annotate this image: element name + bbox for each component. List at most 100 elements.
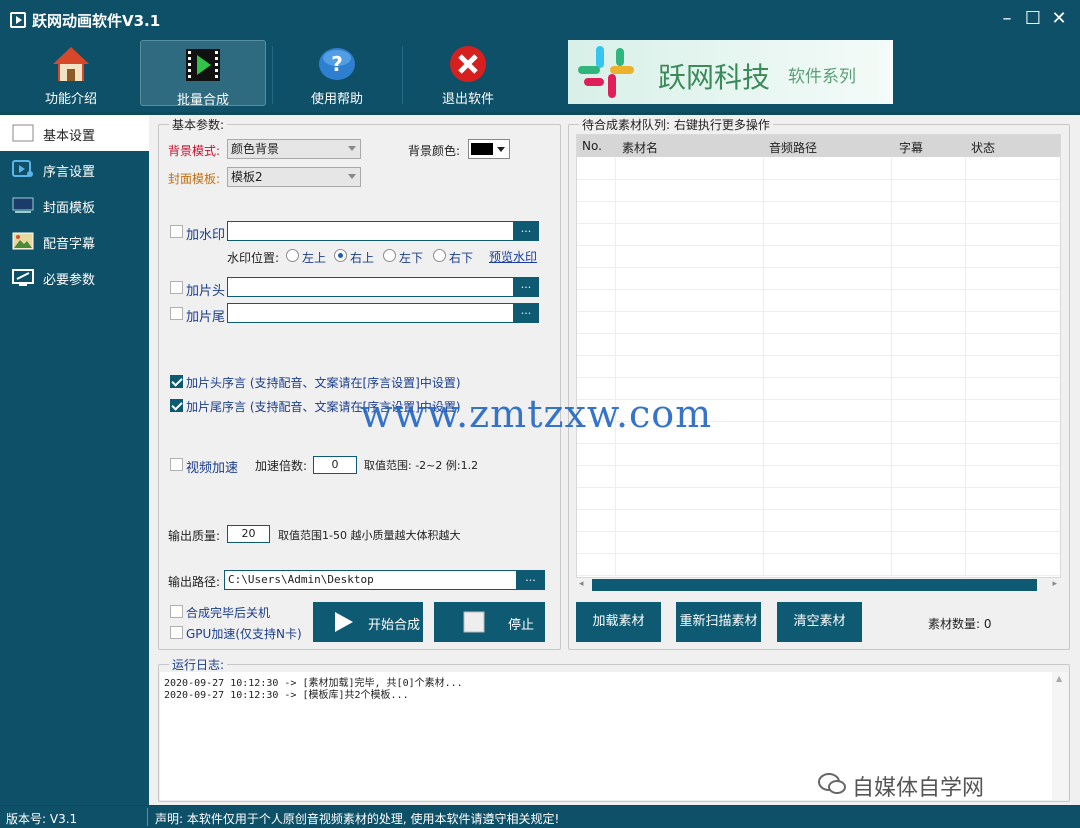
- quality-label: 输出质量:: [168, 529, 221, 543]
- grid-line: [615, 157, 616, 579]
- table-row: [577, 575, 1060, 576]
- sidebar: 基本设置 序言设置 封面模板 配音字幕 必要参数: [0, 115, 149, 805]
- output-browse-button[interactable]: ...: [516, 570, 545, 590]
- watermark-label: 加水印: [186, 228, 226, 243]
- sidebar-item-subtitle[interactable]: 配音字幕: [0, 223, 149, 259]
- head-browse-button[interactable]: ...: [513, 277, 539, 297]
- position-top-right-radio[interactable]: [334, 249, 347, 262]
- tail-checkbox[interactable]: [170, 307, 183, 320]
- load-material-button[interactable]: 加载素材: [576, 602, 661, 642]
- toolbar-batch-button[interactable]: 批量合成: [140, 40, 266, 108]
- maximize-icon[interactable]: ☐: [1022, 8, 1044, 30]
- stop-button[interactable]: 停止: [434, 602, 545, 642]
- tail-browse-button[interactable]: ...: [513, 303, 539, 323]
- preview-watermark-link[interactable]: 预览水印: [489, 248, 537, 265]
- toolbar-exit-button[interactable]: 退出软件: [405, 40, 531, 107]
- scroll-left-icon[interactable]: ◂: [579, 579, 584, 589]
- position-bottom-left-radio[interactable]: [383, 249, 396, 262]
- column-subtitle[interactable]: 字幕: [899, 139, 923, 156]
- watermark-browse-button[interactable]: ...: [513, 221, 539, 241]
- table-row: [577, 553, 1060, 554]
- settings-panel-icon: [12, 124, 34, 142]
- help-icon: ?: [317, 44, 357, 84]
- table-header: No. 素材名 音频路径 字幕 状态: [577, 135, 1060, 157]
- column-name[interactable]: 素材名: [622, 139, 658, 156]
- table-row: [577, 487, 1060, 488]
- scrollbar-thumb[interactable]: [592, 579, 1037, 591]
- color-swatch: [471, 143, 493, 155]
- bg-mode-label: 背景模式:: [168, 144, 221, 158]
- tail-preface-checkbox[interactable]: [170, 399, 183, 412]
- title-bar: 跃网动画软件V3.1 – ☐ ✕: [0, 0, 1080, 40]
- start-compose-button[interactable]: 开始合成: [313, 602, 423, 642]
- sidebar-item-cover[interactable]: 封面模板: [0, 187, 149, 223]
- quality-input[interactable]: 20: [227, 525, 270, 543]
- head-label: 加片头: [186, 284, 226, 299]
- cover-icon: [12, 197, 34, 213]
- toolbar-intro-button[interactable]: 功能介绍: [8, 40, 134, 107]
- shutdown-checkbox[interactable]: [170, 605, 183, 618]
- scroll-right-icon[interactable]: ▸: [1052, 579, 1057, 589]
- chevron-down-icon: [497, 147, 505, 152]
- head-preface-checkbox[interactable]: [170, 375, 183, 388]
- close-icon[interactable]: ✕: [1048, 8, 1070, 30]
- log-line: 2020-09-27 10:12:30 -> [模板库]共2个模板...: [164, 690, 409, 701]
- grid-line: [763, 157, 764, 579]
- minimize-icon[interactable]: –: [996, 8, 1018, 30]
- table-row: [577, 179, 1060, 180]
- toolbar-intro-label: 功能介绍: [44, 92, 97, 107]
- preface-icon: [12, 160, 33, 177]
- sidebar-item-basic[interactable]: 基本设置: [0, 115, 149, 151]
- home-icon: [51, 44, 91, 84]
- basic-params-legend: 基本参数:: [172, 118, 225, 132]
- head-checkbox[interactable]: [170, 281, 183, 294]
- banner-sub-text: 软件系列: [788, 67, 856, 87]
- film-play-icon: [183, 45, 223, 85]
- table-row: [577, 267, 1060, 268]
- bg-color-label: 背景颜色:: [408, 144, 461, 158]
- speed-label: 视频加速: [186, 461, 239, 476]
- cover-template-select[interactable]: 模板2: [227, 167, 361, 187]
- column-status[interactable]: 状态: [971, 139, 995, 156]
- toolbar-help-button[interactable]: ? 使用帮助: [274, 40, 400, 107]
- quality-range-hint: 取值范围1-50 越小质量越大体积越大: [278, 529, 461, 542]
- table-row: [577, 509, 1060, 510]
- table-horizontal-scrollbar[interactable]: ◂ ▸: [576, 578, 1061, 592]
- position-top-left-radio[interactable]: [286, 249, 299, 262]
- sidebar-item-preface[interactable]: 序言设置: [0, 151, 149, 187]
- queue-table[interactable]: No. 素材名 音频路径 字幕 状态: [576, 134, 1061, 579]
- watermark-path-input[interactable]: [227, 221, 514, 241]
- column-no[interactable]: No.: [582, 139, 602, 153]
- table-row: [577, 443, 1060, 444]
- log-vertical-scrollbar[interactable]: ▲: [1052, 672, 1068, 800]
- bg-mode-select[interactable]: 颜色背景: [227, 139, 361, 159]
- sidebar-item-params[interactable]: 必要参数: [0, 259, 149, 295]
- head-path-input[interactable]: [227, 277, 514, 297]
- table-row: [577, 333, 1060, 334]
- bg-color-picker[interactable]: [468, 139, 510, 159]
- toolbar-divider: [402, 46, 403, 104]
- speed-checkbox[interactable]: [170, 458, 183, 471]
- table-row: [577, 289, 1060, 290]
- clear-material-button[interactable]: 清空素材: [777, 602, 862, 642]
- tail-path-input[interactable]: [227, 303, 514, 323]
- banner-brand-text: 跃网科技: [658, 61, 771, 94]
- version-text: 版本号: V3.1: [6, 812, 78, 826]
- wechat-watermark: 自媒体自学网: [818, 770, 984, 802]
- scroll-up-icon[interactable]: ▲: [1056, 674, 1062, 683]
- watermark-checkbox[interactable]: [170, 225, 183, 238]
- gpu-checkbox[interactable]: [170, 626, 183, 639]
- material-count: 素材数量: 0: [928, 617, 992, 631]
- output-path-input[interactable]: C:\Users\Admin\Desktop: [224, 570, 517, 590]
- rescan-material-button[interactable]: 重新扫描素材: [676, 602, 761, 642]
- toolbar-batch-label: 批量合成: [176, 93, 229, 108]
- log-legend: 运行日志:: [172, 658, 225, 672]
- column-audio[interactable]: 音频路径: [769, 139, 817, 156]
- status-divider: [147, 808, 148, 826]
- position-bottom-right-radio[interactable]: [433, 249, 446, 262]
- speed-factor-input[interactable]: 0: [313, 456, 357, 474]
- gpu-label: GPU加速(仅支持N卡): [186, 627, 302, 641]
- params-icon: [12, 269, 34, 286]
- app-logo-icon: [10, 12, 26, 28]
- table-row: [577, 531, 1060, 532]
